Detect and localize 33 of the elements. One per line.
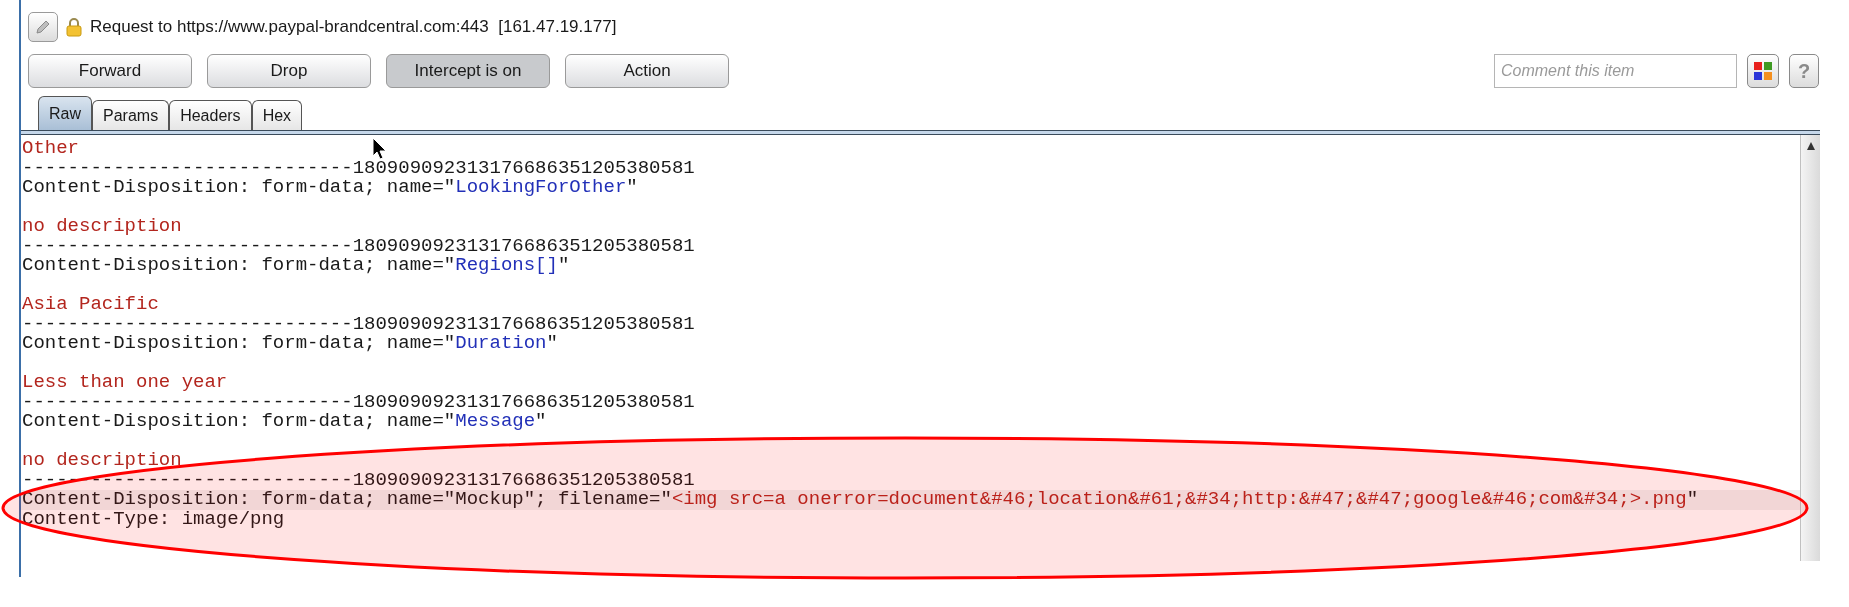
code-line: Content-Disposition: form-data; name="LookingForOther"	[22, 176, 638, 198]
pencil-icon	[34, 18, 52, 36]
tab[interactable]: Hex	[251, 100, 303, 130]
code-line: no description	[22, 449, 182, 471]
lock-icon	[66, 17, 82, 37]
toolbar-button[interactable]: Intercept is on	[386, 54, 550, 88]
request-title: Request to https://www.paypal-brandcentral.com:443 [161.47.19.177]	[90, 16, 617, 39]
code-line: Less than one year	[22, 371, 228, 393]
code-line: Content-Type: image/png	[22, 507, 285, 530]
scrollbar[interactable]	[1800, 135, 1820, 561]
code-line: Other	[22, 137, 79, 159]
tab[interactable]: Params	[92, 100, 170, 130]
code-line: Asia Pacific	[22, 293, 159, 315]
tab[interactable]: Headers	[169, 100, 252, 130]
code-line: Content-Disposition: form-data; name="Regions[]"	[22, 254, 570, 276]
code-line: -----------------------------180909092313176686351205380581	[22, 312, 695, 335]
tab[interactable]: Raw	[38, 96, 92, 130]
code-line: Content-Disposition: form-data; name="Mockup"; filename="<img src=a onerror=document&#46;location&#61;&#34;http:&#47;&#47;google&#46;com&#34;>.png"	[22, 488, 1699, 510]
code-line: -----------------------------180909092313176686351205380581	[22, 234, 695, 257]
mouse-cursor-icon	[372, 137, 388, 161]
toolbar-button[interactable]: Action	[565, 54, 729, 88]
code-line: no description	[22, 215, 182, 237]
edit-button[interactable]	[28, 12, 58, 42]
scroll-up-icon[interactable]	[1805, 141, 1816, 151]
comment-field[interactable]: Comment this item	[1494, 54, 1737, 88]
toolbar-button[interactable]: Drop	[207, 54, 371, 88]
code-line: -----------------------------180909092313176686351205380581	[22, 390, 695, 413]
code-line: Content-Disposition: form-data; name="Duration"	[22, 332, 558, 354]
color-button[interactable]	[1747, 54, 1779, 88]
code-line: -----------------------------180909092313176686351205380581	[22, 156, 695, 179]
color-grid-icon	[1754, 62, 1772, 80]
code-line: Content-Disposition: form-data; name="Message"	[22, 410, 547, 432]
toolbar-button[interactable]: Forward	[28, 54, 192, 88]
